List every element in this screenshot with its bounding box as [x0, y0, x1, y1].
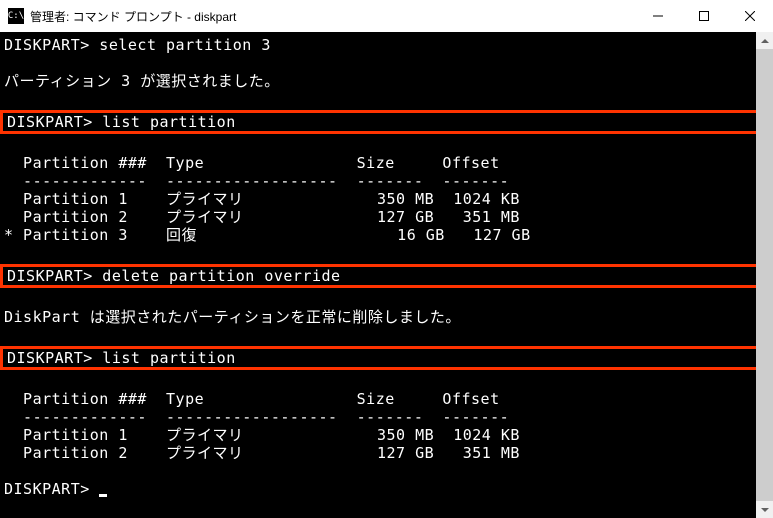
minimize-button[interactable] — [635, 0, 681, 32]
window-title: 管理者: コマンド プロンプト - diskpart — [30, 8, 635, 25]
highlight-box: DISKPART> list partition — [0, 110, 773, 134]
table-row: Partition 1 プライマリ 350 MB 1024 KB — [0, 190, 773, 208]
table-row: Partition 2 プライマリ 127 GB 351 MB — [0, 208, 773, 226]
terminal-prompt: DISKPART> — [0, 480, 773, 498]
window-titlebar: C:\ 管理者: コマンド プロンプト - diskpart — [0, 0, 773, 32]
window-controls — [635, 0, 773, 32]
terminal-line — [0, 372, 773, 390]
table-row: * Partition 3 回復 16 GB 127 GB — [0, 226, 773, 244]
terminal-line — [0, 244, 773, 262]
terminal-line: DiskPart は選択されたパーティションを正常に削除しました。 — [0, 308, 773, 326]
highlight-box: DISKPART> list partition — [0, 346, 773, 370]
terminal-line — [0, 326, 773, 344]
terminal-line — [0, 136, 773, 154]
vertical-scrollbar[interactable] — [756, 32, 773, 518]
table-divider: ------------- ------------------ -------… — [0, 172, 773, 190]
terminal-line: パーティション 3 が選択されました。 — [0, 72, 773, 90]
terminal-line: DISKPART> select partition 3 — [0, 36, 773, 54]
close-button[interactable] — [727, 0, 773, 32]
table-divider: ------------- ------------------ -------… — [0, 408, 773, 426]
highlight-box: DISKPART> delete partition override — [0, 264, 773, 288]
terminal-output[interactable]: DISKPART> select partition 3 パーティション 3 が… — [0, 32, 773, 518]
terminal-line — [0, 54, 773, 72]
table-row: Partition 1 プライマリ 350 MB 1024 KB — [0, 426, 773, 444]
terminal-line: DISKPART> list partition — [3, 113, 770, 131]
terminal-line: DISKPART> list partition — [3, 349, 770, 367]
cmd-icon: C:\ — [8, 8, 24, 24]
terminal-line — [0, 290, 773, 308]
scroll-up-button[interactable] — [756, 32, 773, 49]
table-row: Partition 2 プライマリ 127 GB 351 MB — [0, 444, 773, 462]
cursor — [99, 494, 107, 497]
scrollbar-thumb[interactable] — [756, 49, 773, 501]
terminal-line — [0, 90, 773, 108]
scroll-down-button[interactable] — [756, 501, 773, 518]
terminal-line — [0, 462, 773, 480]
table-header: Partition ### Type Size Offset — [0, 154, 773, 172]
table-header: Partition ### Type Size Offset — [0, 390, 773, 408]
terminal-line: DISKPART> delete partition override — [3, 267, 770, 285]
maximize-button[interactable] — [681, 0, 727, 32]
